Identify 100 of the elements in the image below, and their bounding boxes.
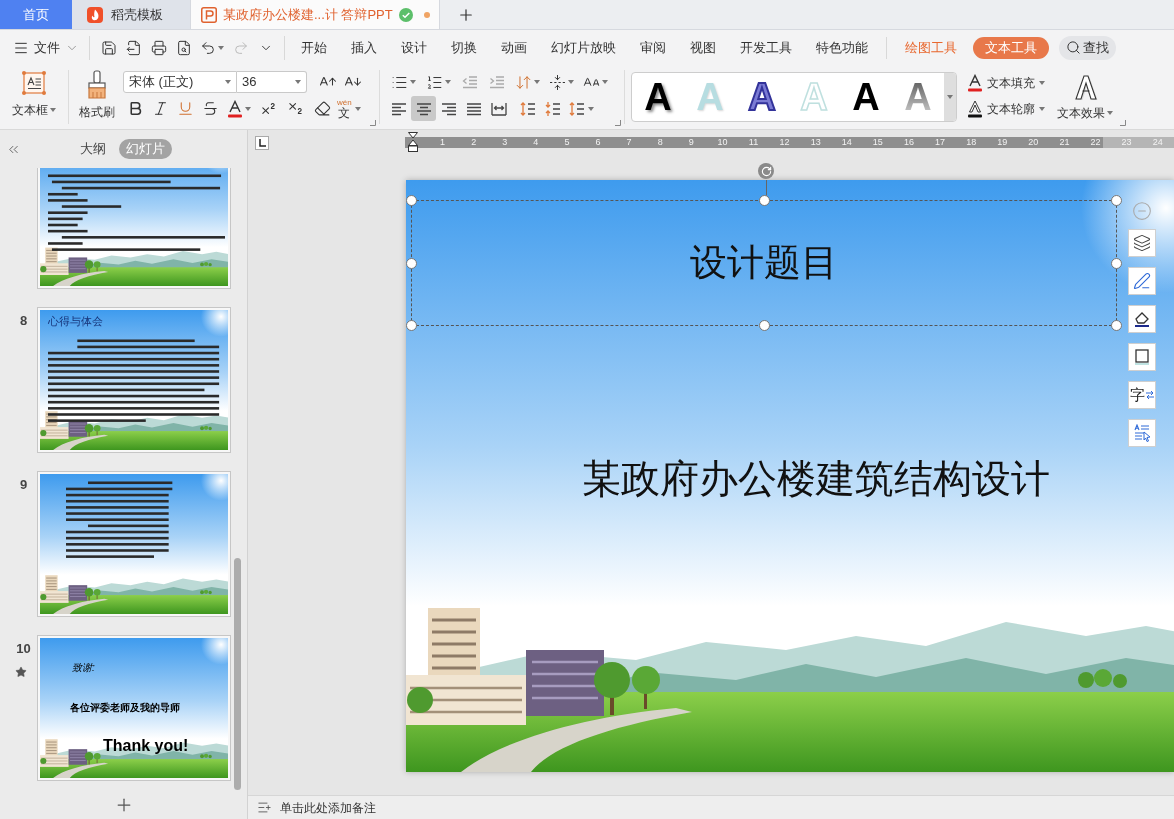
ruler-number: 22 [1089, 137, 1102, 148]
slide-thumbnail-text: 各位评委老师及我的导师 [70, 702, 180, 714]
text-style-preset[interactable]: A [736, 73, 788, 121]
ruler-number: 23 [1120, 137, 1133, 148]
text-effect-button[interactable]: 文本效果 [1055, 73, 1115, 122]
caret-icon [50, 108, 56, 112]
slide-subtitle[interactable]: 某政府办公楼建筑结构设计 [582, 456, 1050, 502]
indent-decrease-icon [460, 74, 479, 90]
ruler-number: 8 [656, 137, 664, 148]
resize-handle[interactable] [759, 195, 770, 206]
ruler-number: 14 [840, 137, 853, 148]
scrollbar-thumb[interactable] [234, 558, 241, 790]
dialog-launcher-icon[interactable] [615, 120, 621, 126]
menu-tab[interactable]: 幻灯片放映 [539, 34, 628, 61]
float-tool-button[interactable] [1128, 305, 1156, 333]
slide-thumbnail-closing: Thank you! [103, 737, 189, 755]
font-size-select[interactable]: 36 [237, 71, 307, 93]
text-outline-button[interactable]: 文本轮廓 [967, 99, 1045, 119]
numbered-list-icon [426, 73, 443, 91]
printer-icon [150, 39, 167, 56]
text-style-preset[interactable]: A [632, 73, 684, 121]
caret-icon [1107, 111, 1113, 115]
menu-tab[interactable]: 动画 [489, 34, 539, 61]
ruler-number: 20 [1027, 137, 1040, 148]
slide-thumbnail[interactable]: 致谢: 各位评委老师及我的导师 Thank you! [37, 635, 231, 781]
line-spacing-icon [568, 100, 586, 117]
menu-tab[interactable]: 设计 [389, 34, 439, 61]
underline-icon [177, 100, 194, 117]
tab-stop-icon[interactable] [255, 135, 269, 150]
rotate-icon [760, 165, 772, 177]
align-right-icon [439, 100, 458, 117]
redo-icon [232, 39, 249, 56]
paintbrush-icon [85, 70, 109, 100]
resize-handle[interactable] [406, 258, 417, 269]
text-box-button[interactable]: 文本框 [8, 70, 60, 119]
ruler-number: 19 [996, 137, 1009, 148]
resize-handle[interactable] [406, 195, 417, 206]
menu-tab[interactable]: 开发工具 [728, 34, 804, 61]
ruler-number: 1 [439, 137, 447, 148]
caret-icon [218, 45, 224, 50]
text-fill-icon [967, 74, 983, 92]
caret-icon [445, 80, 451, 84]
slide-number: 10 [16, 641, 31, 656]
ruler-number: 9 [687, 137, 695, 148]
float-tool-button[interactable]: 字 [1128, 381, 1156, 409]
tab[interactable]: 某政府办公楼建...计 答辩PPT [190, 0, 440, 29]
view-tab[interactable]: 大纲 [73, 139, 113, 159]
resize-handle[interactable] [1111, 195, 1122, 206]
tab[interactable]: 首页 [0, 0, 72, 29]
resize-handle[interactable] [759, 320, 770, 331]
ruler-number: 11 [747, 137, 760, 148]
menu-tab[interactable]: 切换 [439, 34, 489, 61]
float-tool-button[interactable] [1128, 229, 1156, 257]
resize-handle[interactable] [1111, 258, 1122, 269]
caret-icon [588, 106, 594, 111]
slide-thumbnail[interactable]: 心得与体会 [37, 307, 231, 453]
notes-prompt[interactable]: 单击此处添加备注 [280, 798, 376, 817]
resize-handle[interactable] [406, 320, 417, 331]
document-icon [201, 6, 217, 23]
ruler-number: 16 [902, 137, 915, 148]
tab[interactable]: 稻壳模板 [72, 0, 190, 29]
menu-tab[interactable]: 特色功能 [804, 34, 880, 61]
dialog-launcher-icon[interactable] [370, 120, 376, 126]
file-menu-button[interactable]: 文件 [13, 34, 79, 61]
text-box-icon [21, 70, 47, 96]
caret-icon [533, 80, 540, 84]
indent-marker-icon[interactable] [408, 132, 418, 152]
align-button[interactable] [411, 96, 436, 121]
rotate-handle[interactable] [758, 163, 774, 179]
caret-icon [567, 80, 574, 84]
search-button[interactable]: 查找 [1059, 35, 1116, 60]
ruler-number: 7 [625, 137, 633, 148]
menu-tab[interactable]: 开始 [289, 34, 339, 61]
slide-number: 8 [19, 313, 28, 328]
dialog-launcher-icon[interactable] [1120, 120, 1126, 126]
format-painter-button[interactable]: 格式刷 [75, 70, 119, 121]
caret-icon [295, 80, 301, 84]
file-arrow-icon [125, 39, 142, 56]
save-icon [100, 39, 117, 56]
menu-tab[interactable]: 插入 [339, 34, 389, 61]
indent-increase-icon [487, 74, 506, 90]
font-name-select[interactable]: 宋体 (正文) [123, 71, 237, 93]
align-left-icon [389, 100, 408, 117]
resize-handle[interactable] [1111, 320, 1122, 331]
caret-icon [410, 80, 416, 84]
menu-tab[interactable]: 审阅 [628, 34, 678, 61]
align-distributed-icon [489, 100, 508, 117]
subscript-icon [287, 100, 304, 117]
arrows-up-down-icon [514, 73, 532, 91]
ruler-number: 4 [532, 137, 540, 148]
ruler-number: 6 [594, 137, 602, 148]
caret-icon [947, 95, 953, 99]
menu-tab[interactable]: 视图 [678, 34, 728, 61]
text-style-preset[interactable]: A [840, 73, 892, 121]
phonetic-guide-button[interactable]: wén 文 [335, 97, 361, 120]
ruler-number: 10 [716, 137, 729, 148]
ruler-number: 21 [1058, 137, 1071, 148]
text-fill-button[interactable]: 文本填充 [967, 73, 1045, 93]
slide-thumbnail-heading: 致谢: [72, 662, 95, 674]
slide-thumbnail-title: 心得与体会 [48, 314, 103, 328]
